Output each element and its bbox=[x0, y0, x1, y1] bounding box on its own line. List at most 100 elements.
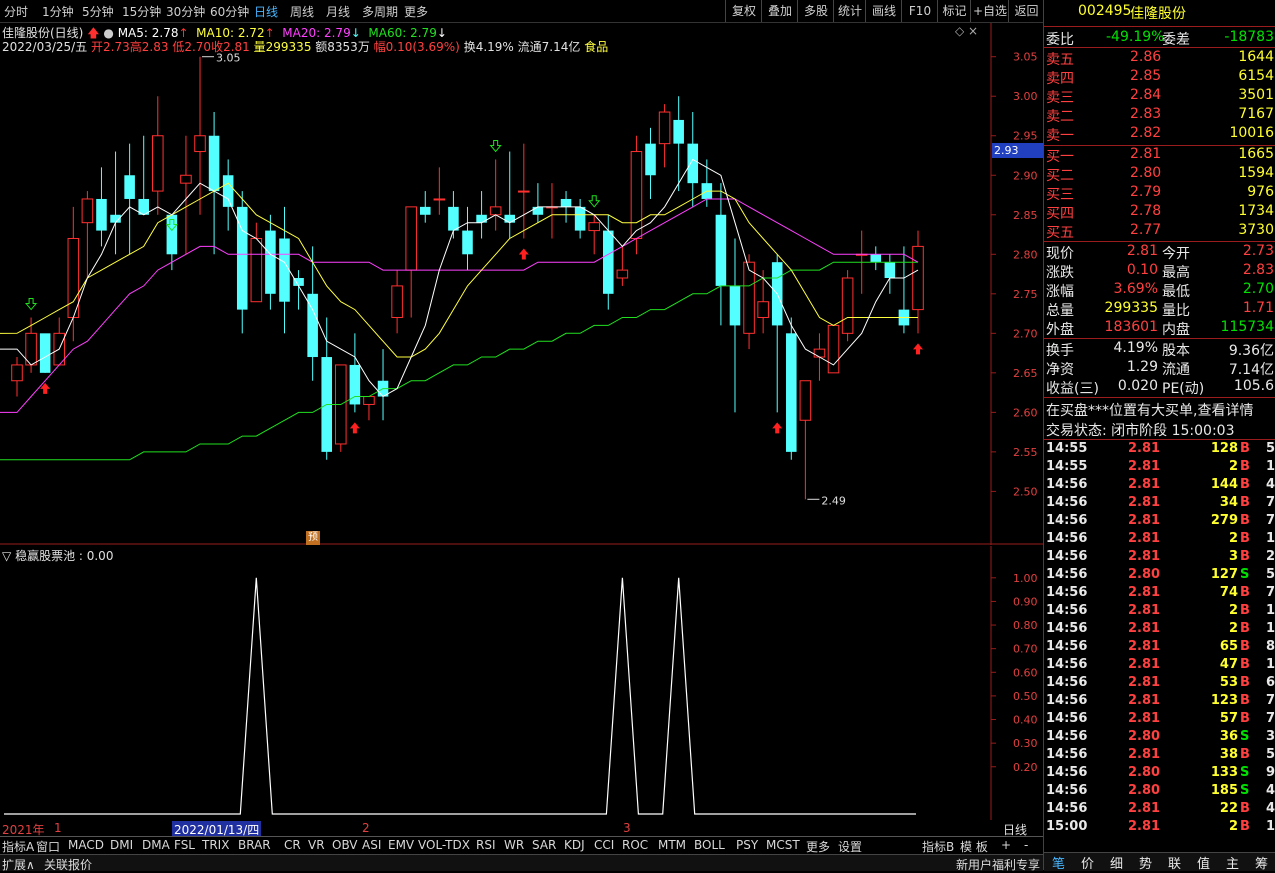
related-quote-button[interactable]: 关联报价 bbox=[44, 856, 92, 873]
indicator-tab-12[interactable]: EMV bbox=[388, 838, 414, 852]
sub-y-tick-label: 1.00 bbox=[1013, 572, 1038, 585]
toolbar-button-2[interactable]: 多股 bbox=[797, 0, 834, 22]
period-tab-8[interactable]: 月线 bbox=[326, 3, 350, 20]
trade-status-text: 交易状态: 闭市阶段 15:00:03 bbox=[1046, 423, 1235, 439]
indicator-tab-24[interactable]: 更多 bbox=[806, 838, 830, 855]
y-tick-label: 3.05 bbox=[1013, 51, 1038, 64]
ask-row-0[interactable]: 卖五 2.86 1644 bbox=[1044, 49, 1275, 68]
chart-controls[interactable]: ◇ × bbox=[955, 24, 978, 38]
indicator-tab-5[interactable]: FSL bbox=[174, 838, 195, 852]
quote-tab-4[interactable]: 联 bbox=[1168, 853, 1181, 872]
tick-row-9: 14:56 2.81 2 B 1 bbox=[1044, 603, 1275, 621]
y-tick-label: 2.80 bbox=[1013, 248, 1038, 261]
bid-row-4[interactable]: 买五 2.77 3730 bbox=[1044, 222, 1275, 241]
indicator-tab-14[interactable]: RSI bbox=[476, 838, 496, 852]
ask-row-1[interactable]: 卖四 2.85 6154 bbox=[1044, 68, 1275, 87]
tick-count: 7 bbox=[1266, 513, 1275, 528]
toolbar-button-6[interactable]: 标记 bbox=[937, 0, 971, 22]
toolbar-button-8[interactable]: 返回 bbox=[1008, 0, 1044, 22]
period-tab-3[interactable]: 15分钟 bbox=[122, 3, 161, 20]
indicator-tab-1[interactable]: 窗口 bbox=[36, 838, 60, 855]
template-tab-2[interactable]: + bbox=[1001, 838, 1011, 852]
indicator-tab-22[interactable]: PSY bbox=[736, 838, 758, 852]
date-label: 2022/03/25/五 bbox=[2, 40, 88, 54]
tick-count: 5 bbox=[1266, 441, 1275, 456]
indicator-tab-2[interactable]: MACD bbox=[68, 838, 104, 852]
template-tab-3[interactable]: - bbox=[1024, 838, 1028, 852]
tick-row-2: 14:56 2.81 144 B 4 bbox=[1044, 477, 1275, 495]
tick-volume: 2 bbox=[1228, 531, 1238, 546]
bid-row-2[interactable]: 买三 2.79 976 bbox=[1044, 184, 1275, 203]
indicator-tab-20[interactable]: MTM bbox=[658, 838, 686, 852]
toolbar-button-7[interactable]: +自选 bbox=[970, 0, 1009, 22]
period-tab-2[interactable]: 5分钟 bbox=[82, 3, 114, 20]
indicator-tab-0[interactable]: 指标A bbox=[2, 838, 34, 855]
indicator-tab-19[interactable]: ROC bbox=[622, 838, 648, 852]
period-tab-0[interactable]: 分时 bbox=[4, 3, 28, 20]
quote-tab-7[interactable]: 筹 bbox=[1255, 853, 1268, 872]
fund-value: 0.020 bbox=[1117, 378, 1158, 394]
indicator-tab-4[interactable]: DMA bbox=[142, 838, 170, 852]
quote-tab-0[interactable]: 笔 bbox=[1052, 853, 1065, 872]
indicator-tab-21[interactable]: BOLL bbox=[694, 838, 725, 852]
period-tab-5[interactable]: 60分钟 bbox=[210, 3, 249, 20]
toolbar-button-4[interactable]: 画线 bbox=[865, 0, 902, 22]
toolbar-button-5[interactable]: F10 bbox=[901, 0, 938, 22]
template-tab-1[interactable]: 模 板 bbox=[960, 838, 988, 855]
indicator-chart[interactable]: 1.00 0.90 0.80 0.70 0.60 0.50 0.40 0.30 0.20 bbox=[0, 546, 1043, 820]
indicator-tab-10[interactable]: OBV bbox=[332, 838, 358, 852]
bid-row-0[interactable]: 买一 2.81 1665 bbox=[1044, 146, 1275, 165]
bid-row-3[interactable]: 买四 2.78 1734 bbox=[1044, 203, 1275, 222]
indicator-tab-13[interactable]: VOL-TDX bbox=[418, 838, 470, 852]
period-tab-9[interactable]: 多周期 bbox=[362, 3, 398, 20]
quote-tab-1[interactable]: 价 bbox=[1081, 853, 1094, 872]
quote-tab-6[interactable]: 主 bbox=[1226, 853, 1239, 872]
toolbar-button-3[interactable]: 统计 bbox=[833, 0, 866, 22]
indicator-tab-23[interactable]: MCST bbox=[766, 838, 800, 852]
period-tab-1[interactable]: 1分钟 bbox=[42, 3, 74, 20]
bid-row-1[interactable]: 买二 2.80 1594 bbox=[1044, 165, 1275, 184]
tick-side: B bbox=[1240, 549, 1250, 564]
expand-button[interactable]: 扩展∧ bbox=[2, 856, 35, 873]
promo-link[interactable]: 新用户福利专享 bbox=[956, 856, 1040, 873]
tick-side: B bbox=[1240, 819, 1250, 834]
ask-row-2[interactable]: 卖三 2.84 3501 bbox=[1044, 87, 1275, 106]
period-tab-6[interactable]: 日线 bbox=[254, 3, 278, 20]
tick-row-10: 14:56 2.81 2 B 1 bbox=[1044, 621, 1275, 639]
toolbar-button-0[interactable]: 复权 bbox=[725, 0, 762, 22]
indicator-tab-16[interactable]: SAR bbox=[532, 838, 556, 852]
fund-row-0: 换手 4.19% 股本 9.36亿 bbox=[1044, 340, 1275, 359]
stat-label: 涨跌 bbox=[1046, 265, 1074, 281]
candlestick-chart[interactable]: 3.05 3.00 2.95 2.90 2.85 2.80 2.75 2.70 2.65 2.60… bbox=[0, 23, 1043, 545]
candle-body bbox=[166, 214, 178, 255]
indicator-tab-18[interactable]: CCI bbox=[594, 838, 614, 852]
quote-tab-5[interactable]: 值 bbox=[1197, 853, 1210, 872]
forecast-badge[interactable]: 预 bbox=[306, 531, 320, 545]
chevron-down-icon[interactable]: ▽ bbox=[2, 549, 11, 563]
tick-time: 14:56 bbox=[1046, 531, 1088, 546]
candle-body bbox=[630, 151, 643, 239]
quote-tab-2[interactable]: 细 bbox=[1110, 853, 1123, 872]
tick-volume: 2 bbox=[1228, 621, 1238, 636]
indicator-tab-15[interactable]: WR bbox=[504, 838, 524, 852]
period-tab-4[interactable]: 30分钟 bbox=[166, 3, 205, 20]
quote-tab-3[interactable]: 势 bbox=[1139, 853, 1152, 872]
ask-row-4[interactable]: 卖一 2.82 10016 bbox=[1044, 125, 1275, 144]
indicator-tab-8[interactable]: CR bbox=[284, 838, 301, 852]
tick-volume: 53 bbox=[1219, 675, 1238, 690]
indicator-tab-25[interactable]: 设置 bbox=[838, 838, 862, 855]
template-tab-0[interactable]: 指标B bbox=[922, 838, 954, 855]
indicator-tab-6[interactable]: TRIX bbox=[202, 838, 229, 852]
indicator-tab-7[interactable]: BRAR bbox=[238, 838, 271, 852]
fund-row-2: 收益(三) 0.020 PE(动) 105.6 bbox=[1044, 378, 1275, 397]
toolbar-button-1[interactable]: 叠加 bbox=[761, 0, 798, 22]
tick-time: 14:56 bbox=[1046, 693, 1088, 708]
indicator-tab-9[interactable]: VR bbox=[308, 838, 325, 852]
indicator-tab-11[interactable]: ASI bbox=[362, 838, 381, 852]
period-tab-10[interactable]: 更多 bbox=[404, 3, 428, 20]
indicator-tab-3[interactable]: DMI bbox=[110, 838, 133, 852]
ask-row-3[interactable]: 卖二 2.83 7167 bbox=[1044, 106, 1275, 125]
big-order-notice[interactable]: 在买盘***位置有大买单,查看详情 bbox=[1044, 400, 1275, 419]
period-tab-7[interactable]: 周线 bbox=[290, 3, 314, 20]
indicator-tab-17[interactable]: KDJ bbox=[564, 838, 585, 852]
